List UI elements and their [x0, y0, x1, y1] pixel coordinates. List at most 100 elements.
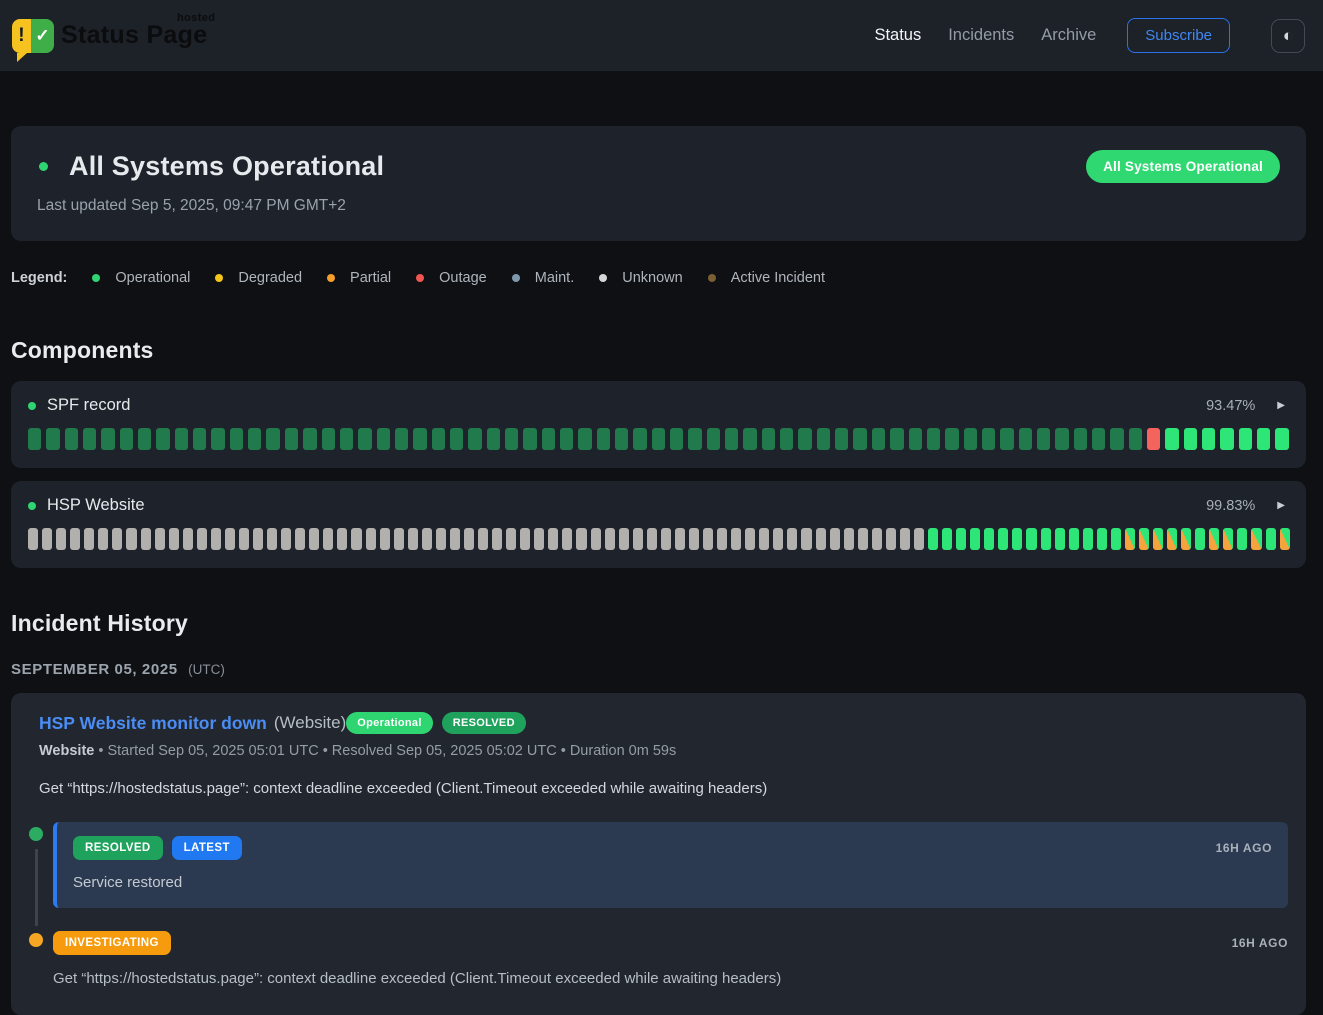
- uptime-bar[interactable]: [120, 428, 133, 450]
- uptime-bar[interactable]: [83, 428, 96, 450]
- uptime-bar[interactable]: [633, 428, 646, 450]
- uptime-bar[interactable]: [1125, 528, 1135, 550]
- uptime-bar[interactable]: [1181, 528, 1191, 550]
- uptime-bar[interactable]: [175, 428, 188, 450]
- uptime-bar[interactable]: [817, 428, 830, 450]
- subscribe-button[interactable]: Subscribe: [1127, 18, 1230, 53]
- uptime-bar[interactable]: [1111, 528, 1121, 550]
- uptime-bar[interactable]: [377, 428, 390, 450]
- uptime-bar[interactable]: [351, 528, 361, 550]
- uptime-bar[interactable]: [798, 428, 811, 450]
- uptime-bar[interactable]: [872, 428, 885, 450]
- uptime-bar[interactable]: [970, 528, 980, 550]
- uptime-bar[interactable]: [928, 528, 938, 550]
- uptime-bar[interactable]: [927, 428, 940, 450]
- uptime-bar[interactable]: [156, 428, 169, 450]
- uptime-bar[interactable]: [605, 528, 615, 550]
- uptime-bar[interactable]: [670, 428, 683, 450]
- uptime-bar[interactable]: [1266, 528, 1276, 550]
- uptime-bar[interactable]: [267, 528, 277, 550]
- uptime-bar[interactable]: [380, 528, 390, 550]
- uptime-bar[interactable]: [1139, 528, 1149, 550]
- uptime-bar[interactable]: [413, 428, 426, 450]
- uptime-bar[interactable]: [731, 528, 741, 550]
- uptime-bar[interactable]: [1257, 428, 1270, 450]
- uptime-bar[interactable]: [759, 528, 769, 550]
- uptime-bar[interactable]: [703, 528, 713, 550]
- uptime-bar[interactable]: [1012, 528, 1022, 550]
- uptime-bar[interactable]: [773, 528, 783, 550]
- uptime-bar[interactable]: [309, 528, 319, 550]
- uptime-bar[interactable]: [745, 528, 755, 550]
- uptime-bar[interactable]: [141, 528, 151, 550]
- uptime-bar[interactable]: [487, 428, 500, 450]
- uptime-bar[interactable]: [689, 528, 699, 550]
- uptime-bar[interactable]: [647, 528, 657, 550]
- nav-status[interactable]: Status: [874, 26, 921, 45]
- uptime-bar[interactable]: [1147, 428, 1160, 450]
- uptime-bar[interactable]: [1239, 428, 1252, 450]
- uptime-bar[interactable]: [266, 428, 279, 450]
- uptime-bar[interactable]: [562, 528, 572, 550]
- brand-logo[interactable]: ! ✓ Status Page hosted: [12, 17, 211, 55]
- uptime-bar[interactable]: [787, 528, 797, 550]
- uptime-bar[interactable]: [1092, 428, 1105, 450]
- uptime-bar[interactable]: [1209, 528, 1219, 550]
- uptime-bar[interactable]: [835, 428, 848, 450]
- expand-caret-icon[interactable]: ▶: [1277, 500, 1285, 511]
- uptime-bar[interactable]: [505, 428, 518, 450]
- uptime-bar[interactable]: [890, 428, 903, 450]
- uptime-bar[interactable]: [1055, 428, 1068, 450]
- uptime-bar[interactable]: [942, 528, 952, 550]
- uptime-bar[interactable]: [1223, 528, 1233, 550]
- uptime-bar[interactable]: [542, 428, 555, 450]
- uptime-bar[interactable]: [422, 528, 432, 550]
- uptime-bar[interactable]: [872, 528, 882, 550]
- uptime-bar[interactable]: [675, 528, 685, 550]
- uptime-bar[interactable]: [1153, 528, 1163, 550]
- uptime-bar[interactable]: [340, 428, 353, 450]
- uptime-bar[interactable]: [909, 428, 922, 450]
- uptime-bar[interactable]: [619, 528, 629, 550]
- uptime-bar[interactable]: [830, 528, 840, 550]
- uptime-bar[interactable]: [780, 428, 793, 450]
- uptime-bar[interactable]: [945, 428, 958, 450]
- uptime-bar[interactable]: [1110, 428, 1123, 450]
- uptime-bar[interactable]: [725, 428, 738, 450]
- uptime-bar[interactable]: [1280, 528, 1290, 550]
- uptime-bar[interactable]: [1019, 428, 1032, 450]
- uptime-bar[interactable]: [464, 528, 474, 550]
- uptime-bar[interactable]: [1202, 428, 1215, 450]
- uptime-bar[interactable]: [285, 428, 298, 450]
- uptime-bar[interactable]: [844, 528, 854, 550]
- uptime-bar[interactable]: [982, 428, 995, 450]
- uptime-bar[interactable]: [560, 428, 573, 450]
- uptime-bar[interactable]: [597, 428, 610, 450]
- uptime-bar[interactable]: [1055, 528, 1065, 550]
- uptime-bar[interactable]: [717, 528, 727, 550]
- uptime-bar[interactable]: [408, 528, 418, 550]
- uptime-bar[interactable]: [303, 428, 316, 450]
- uptime-bar[interactable]: [1069, 528, 1079, 550]
- uptime-bar[interactable]: [395, 428, 408, 450]
- uptime-bar[interactable]: [1165, 428, 1178, 450]
- uptime-bar[interactable]: [450, 428, 463, 450]
- uptime-bar[interactable]: [886, 528, 896, 550]
- uptime-bar[interactable]: [28, 428, 41, 450]
- uptime-bar[interactable]: [239, 528, 249, 550]
- uptime-bar[interactable]: [762, 428, 775, 450]
- uptime-bar[interactable]: [98, 528, 108, 550]
- uptime-bar[interactable]: [248, 428, 261, 450]
- uptime-bar[interactable]: [900, 528, 910, 550]
- expand-caret-icon[interactable]: ▶: [1277, 400, 1285, 411]
- uptime-bar[interactable]: [615, 428, 628, 450]
- uptime-bar[interactable]: [193, 428, 206, 450]
- uptime-bar[interactable]: [169, 528, 179, 550]
- uptime-bar[interactable]: [707, 428, 720, 450]
- uptime-bar[interactable]: [576, 528, 586, 550]
- uptime-bar[interactable]: [853, 428, 866, 450]
- uptime-bar[interactable]: [633, 528, 643, 550]
- uptime-bar[interactable]: [323, 528, 333, 550]
- uptime-bar[interactable]: [450, 528, 460, 550]
- uptime-bar[interactable]: [688, 428, 701, 450]
